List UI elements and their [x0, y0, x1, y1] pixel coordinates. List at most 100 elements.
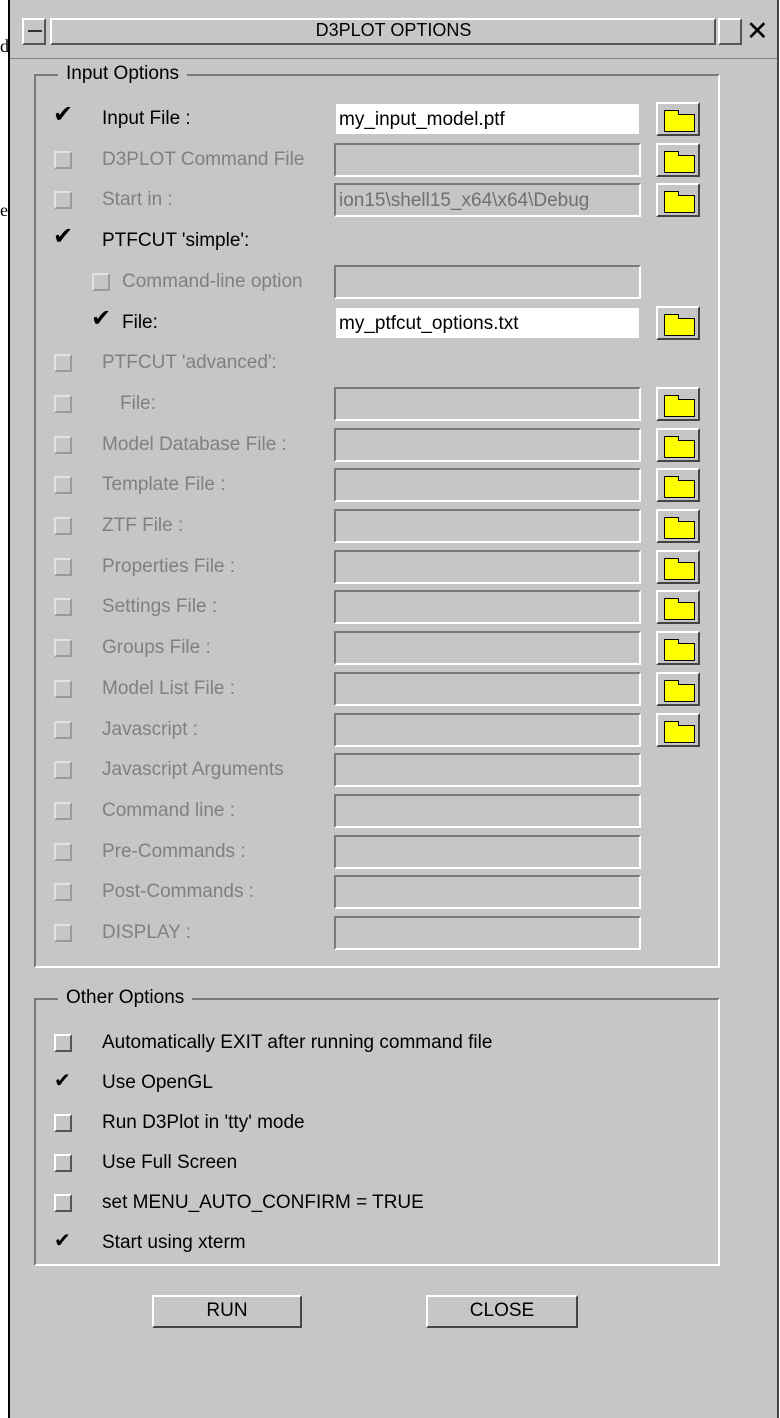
- browse-folder-button[interactable]: [656, 713, 700, 747]
- option-checkbox[interactable]: [54, 1154, 72, 1172]
- option-label: File:: [122, 312, 158, 333]
- option-label: Model Database File :: [102, 434, 287, 455]
- browse-folder-button[interactable]: [656, 428, 700, 462]
- input-options-legend: Input Options: [58, 63, 188, 85]
- option-input-field[interactable]: [334, 509, 641, 543]
- option-label: Javascript :: [102, 719, 199, 740]
- option-checkbox[interactable]: [54, 1194, 72, 1212]
- option-checkbox[interactable]: [54, 354, 72, 372]
- input-option-row: Template File :: [36, 468, 718, 502]
- browse-folder-button[interactable]: [656, 631, 700, 665]
- option-checkbox[interactable]: [54, 883, 72, 901]
- option-label: Template File :: [102, 474, 226, 495]
- other-option-row[interactable]: Run D3Plot in 'tty' mode: [36, 1106, 718, 1140]
- option-input-field[interactable]: [334, 672, 641, 706]
- option-input-field[interactable]: [334, 590, 641, 624]
- option-checkbox[interactable]: [54, 802, 72, 820]
- browse-folder-button[interactable]: [656, 306, 700, 340]
- input-option-row: Pre-Commands :: [36, 835, 718, 869]
- option-checkbox[interactable]: [54, 436, 72, 454]
- folder-icon: [664, 721, 695, 743]
- option-label: Command-line option: [122, 271, 303, 292]
- checkmark-icon: ✔: [54, 1230, 71, 1252]
- folder-icon: [664, 151, 695, 173]
- close-button[interactable]: CLOSE: [426, 1295, 578, 1328]
- other-options-legend: Other Options: [58, 987, 193, 1009]
- option-input-field[interactable]: my_input_model.ptf: [334, 102, 641, 136]
- other-option-row[interactable]: Automatically EXIT after running command…: [36, 1026, 718, 1060]
- close-icon[interactable]: ✕: [746, 16, 769, 46]
- option-checkbox[interactable]: [54, 843, 72, 861]
- option-input-field[interactable]: [334, 794, 641, 828]
- other-options-group: Other Options Automatically EXIT after r…: [34, 987, 720, 1266]
- browse-folder-button[interactable]: [656, 387, 700, 421]
- option-checkbox[interactable]: [54, 761, 72, 779]
- option-checkbox[interactable]: ✔: [91, 307, 111, 332]
- input-option-row: Settings File :: [36, 590, 718, 624]
- folder-icon: [664, 558, 695, 580]
- option-input-field[interactable]: [334, 428, 641, 462]
- input-option-row: Properties File :: [36, 550, 718, 584]
- option-label: PTFCUT 'advanced':: [102, 352, 277, 373]
- option-input-field[interactable]: my_ptfcut_options.txt: [334, 306, 641, 340]
- option-checkbox[interactable]: [92, 273, 110, 291]
- input-options-group: Input Options ✔ Input File : my_input_mode…: [34, 63, 720, 968]
- option-label: Groups File :: [102, 637, 211, 658]
- window-title: D3PLOT OPTIONS: [315, 20, 472, 40]
- browse-folder-button[interactable]: [656, 550, 700, 584]
- option-input-field[interactable]: ion15\shell15_x64\x64\Debug: [334, 183, 641, 217]
- option-checkbox[interactable]: [54, 721, 72, 739]
- minimize-button[interactable]: [718, 18, 742, 45]
- option-checkbox[interactable]: [54, 598, 72, 616]
- checkmark-icon: ✔: [53, 223, 74, 250]
- other-option-row[interactable]: Use Full Screen: [36, 1146, 718, 1180]
- option-checkbox[interactable]: ✔: [54, 1071, 72, 1092]
- option-input-field[interactable]: [334, 387, 641, 421]
- browse-folder-button[interactable]: [656, 183, 700, 217]
- browse-folder-button[interactable]: [656, 143, 700, 177]
- d3plot-options-window: D3PLOT OPTIONS ✕ Input Options ✔ Input Fi…: [8, 0, 779, 1418]
- option-input-field[interactable]: [334, 753, 641, 787]
- option-checkbox[interactable]: [54, 476, 72, 494]
- folder-icon: [664, 680, 695, 702]
- run-button[interactable]: RUN: [152, 1295, 302, 1328]
- browse-folder-button[interactable]: [656, 102, 700, 136]
- option-input-field[interactable]: [334, 631, 641, 665]
- option-checkbox[interactable]: [54, 395, 72, 413]
- checkmark-icon: ✔: [91, 305, 112, 332]
- option-checkbox[interactable]: [54, 558, 72, 576]
- option-input-field[interactable]: [334, 550, 641, 584]
- other-option-row[interactable]: set MENU_AUTO_CONFIRM = TRUE: [36, 1186, 718, 1220]
- option-label: Javascript Arguments: [102, 759, 284, 780]
- browse-folder-button[interactable]: [656, 590, 700, 624]
- option-label: Start using xterm: [102, 1232, 246, 1253]
- option-checkbox[interactable]: ✔: [54, 1230, 72, 1252]
- browse-folder-button[interactable]: [656, 509, 700, 543]
- option-checkbox[interactable]: [54, 517, 72, 535]
- folder-icon: [664, 436, 695, 458]
- option-input-field[interactable]: [334, 713, 641, 747]
- option-checkbox[interactable]: ✔: [53, 225, 73, 250]
- option-checkbox[interactable]: [54, 1034, 72, 1052]
- option-input-field[interactable]: [334, 265, 641, 299]
- browse-folder-button[interactable]: [656, 672, 700, 706]
- option-checkbox[interactable]: ✔: [53, 103, 73, 128]
- other-option-row[interactable]: ✔ Use OpenGL: [36, 1066, 718, 1100]
- option-input-field[interactable]: [334, 916, 641, 950]
- option-checkbox[interactable]: [54, 924, 72, 942]
- option-input-field[interactable]: [334, 468, 641, 502]
- option-input-field[interactable]: [334, 875, 641, 909]
- option-input-field[interactable]: [334, 835, 641, 869]
- browse-folder-button[interactable]: [656, 468, 700, 502]
- folder-icon: [664, 598, 695, 620]
- title-bar[interactable]: D3PLOT OPTIONS ✕: [10, 0, 777, 59]
- option-checkbox[interactable]: [54, 639, 72, 657]
- option-label: DISPLAY :: [102, 922, 192, 943]
- option-checkbox[interactable]: [54, 191, 72, 209]
- option-label: Post-Commands :: [102, 881, 255, 902]
- other-option-row[interactable]: ✔ Start using xterm: [36, 1226, 718, 1260]
- option-input-field[interactable]: [334, 143, 641, 177]
- option-checkbox[interactable]: [54, 151, 72, 169]
- option-checkbox[interactable]: [54, 1114, 72, 1132]
- option-checkbox[interactable]: [54, 680, 72, 698]
